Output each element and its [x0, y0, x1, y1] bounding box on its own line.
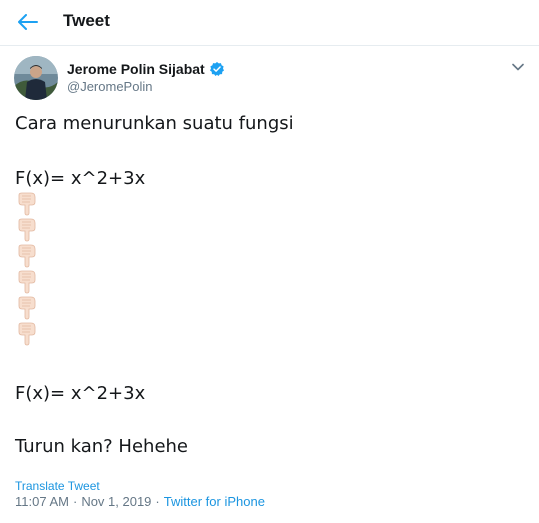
author-name-text[interactable]: Jerome Polin Sijabat	[67, 61, 205, 77]
backhand-index-pointing-down-icon	[18, 270, 36, 294]
verified-badge-icon	[209, 62, 224, 76]
more-options-button[interactable]	[509, 59, 527, 75]
backhand-index-pointing-down-icon	[18, 244, 36, 268]
author-handle[interactable]: @JeromePolin	[67, 79, 152, 94]
meta-separator: ·	[72, 494, 78, 509]
tweet-text-line-2: F(x)= x^2+3x	[15, 168, 146, 189]
tweet-text-line-1: Cara menurunkan suatu fungsi	[15, 113, 294, 134]
tweet-date[interactable]: Nov 1, 2019	[81, 494, 151, 509]
tweet-header: Tweet	[0, 0, 539, 46]
tweet-time[interactable]: 11:07 AM	[15, 494, 69, 509]
tweet-source-link[interactable]: Twitter for iPhone	[164, 494, 265, 509]
chevron-down-icon	[512, 63, 524, 71]
backhand-index-pointing-down-icon	[18, 322, 36, 346]
tweet-text-line-3: F(x)= x^2+3x	[15, 383, 146, 404]
author-name[interactable]: Jerome Polin Sijabat	[67, 61, 225, 77]
backhand-index-pointing-down-icon	[18, 296, 36, 320]
tweet-meta: 11:07 AM · Nov 1, 2019 · Twitter for iPhone	[15, 494, 265, 509]
tweet-text-line-4: Turun kan? Hehehe	[15, 436, 189, 457]
backhand-index-pointing-down-icon	[18, 218, 36, 242]
meta-separator: ·	[155, 494, 160, 509]
back-button[interactable]	[13, 8, 43, 36]
translate-tweet-link[interactable]: Translate Tweet	[15, 479, 100, 493]
backhand-index-pointing-down-icon	[18, 192, 36, 216]
avatar[interactable]	[14, 56, 58, 100]
arrow-left-icon	[18, 14, 38, 30]
page-title: Tweet	[63, 11, 110, 30]
